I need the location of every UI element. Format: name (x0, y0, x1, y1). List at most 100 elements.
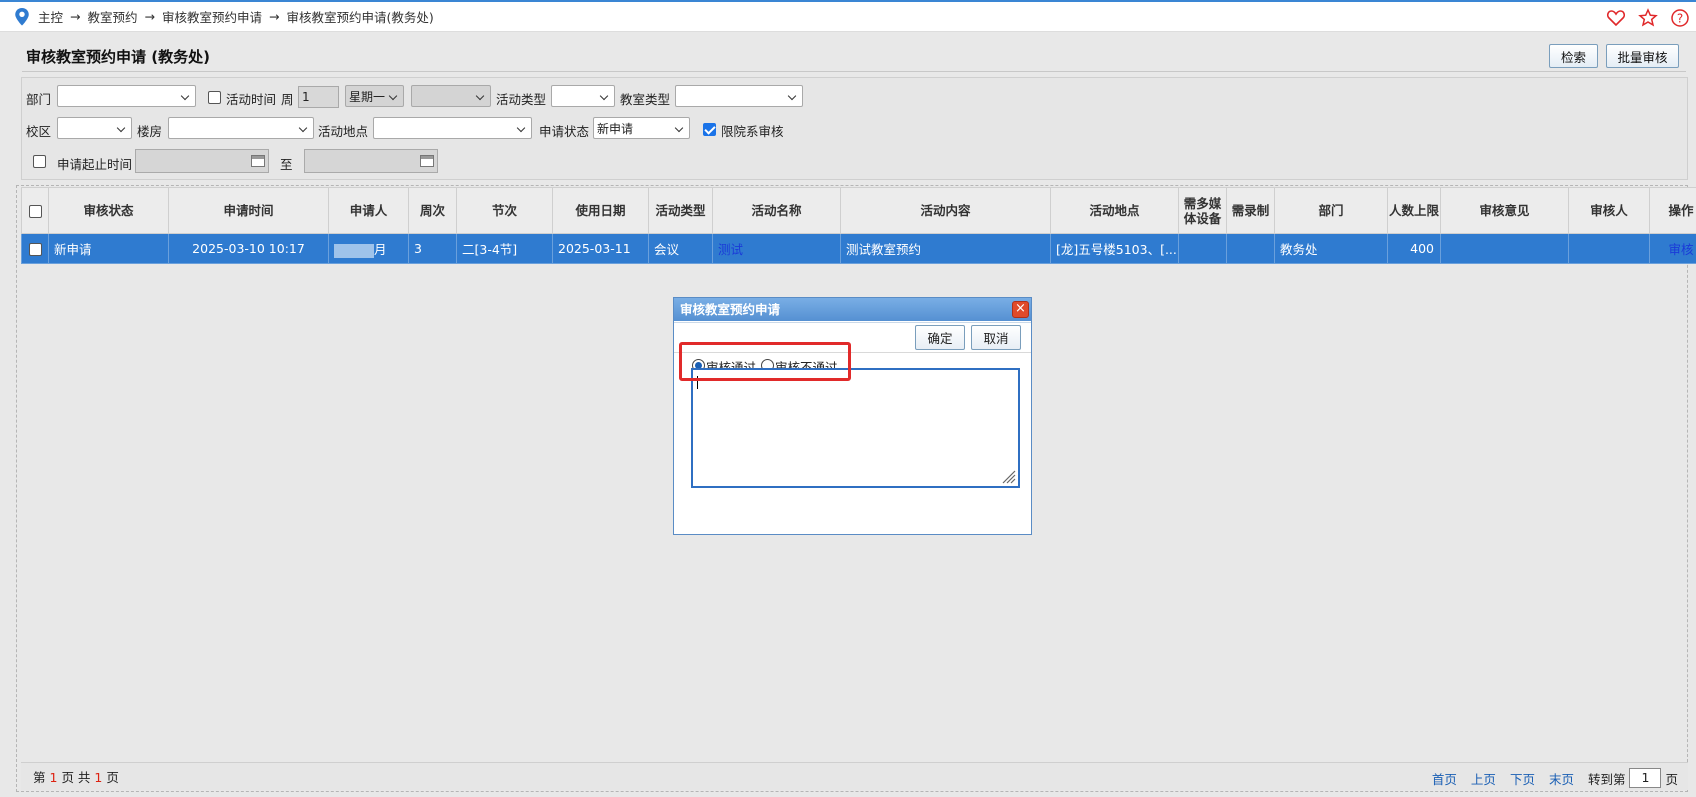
table-row[interactable]: 新申请 2025-03-10 10:17 月 3 二[3-4节] 2025-03… (21, 233, 1696, 264)
cell-multimedia (1178, 233, 1227, 264)
col-action: 操作 (1649, 187, 1696, 234)
activity-time-checkbox[interactable] (208, 91, 221, 104)
cell-week: 3 (408, 233, 457, 264)
cell-reviewer (1568, 233, 1650, 264)
col-reviewer[interactable]: 审核人 (1568, 187, 1650, 234)
col-opinion[interactable]: 审核意见 (1440, 187, 1569, 234)
campus-select[interactable] (57, 117, 132, 139)
cell-activity-content: 测试教室预约 (840, 233, 1051, 264)
location-label: 活动地点 (318, 124, 369, 139)
week-input[interactable]: 1 (298, 86, 339, 108)
apply-range-checkbox[interactable] (33, 155, 46, 168)
breadcrumb-current: 审核教室预约申请(教务处) (286, 10, 434, 25)
cell-activity-name: 测试 (712, 233, 841, 264)
row-checkbox[interactable] (28, 242, 42, 256)
breadcrumb-home[interactable]: 主控 (38, 7, 63, 26)
help-icon[interactable]: ? (1670, 8, 1690, 28)
cell-action: 审核 (1649, 233, 1696, 264)
page-info: 第 1 页 共 1 页 (33, 767, 119, 786)
col-week[interactable]: 周次 (408, 187, 457, 234)
confirm-button[interactable]: 确定 (915, 325, 965, 350)
first-page-link[interactable]: 首页 (1432, 769, 1457, 788)
cell-apply-time: 2025-03-10 10:17 (168, 233, 329, 264)
col-capacity[interactable]: 人数上限 (1387, 187, 1441, 234)
goto-page-input[interactable]: 1 (1629, 768, 1662, 788)
cell-period: 二[3-4节] (456, 233, 553, 264)
col-multimedia[interactable]: 需多媒体设备 (1178, 187, 1227, 234)
page-mid: 页 共 (61, 770, 91, 785)
breadcrumb-review[interactable]: 审核教室预约申请 (162, 7, 262, 26)
location-pin-icon (15, 7, 29, 26)
goto-label: 转到第 (1587, 771, 1626, 787)
top-bar: 主控 → 教室预约 → 审核教室预约申请 → 审核教室预约申请(教务处) ? (0, 0, 1696, 32)
col-location[interactable]: 活动地点 (1050, 187, 1179, 234)
col-period[interactable]: 节次 (456, 187, 553, 234)
col-dept[interactable]: 部门 (1274, 187, 1388, 234)
dialog-title: 审核教室预约申请 (674, 298, 1031, 321)
col-apply-time[interactable]: 申请时间 (168, 187, 329, 234)
breadcrumb-arrow: → (269, 9, 280, 24)
col-use-date[interactable]: 使用日期 (552, 187, 649, 234)
room-type-select[interactable] (675, 85, 803, 107)
review-dialog: 审核教室预约申请 × 确定 取消 审核通过 审核不通过 (673, 297, 1032, 535)
weekday-select[interactable]: 星期一 (345, 85, 404, 107)
activity-type-select[interactable] (551, 85, 615, 107)
breadcrumb: 主控 → 教室预约 → 审核教室预约申请 → 审核教室预约申请(教务处) (14, 7, 434, 26)
cell-capacity: 400 (1387, 233, 1441, 264)
calendar-icon[interactable] (420, 155, 434, 167)
breadcrumb-classroom[interactable]: 教室预约 (88, 7, 138, 26)
apply-start-date[interactable] (135, 149, 269, 173)
last-page-link[interactable]: 末页 (1549, 769, 1574, 788)
star-icon[interactable] (1638, 8, 1658, 28)
cell-applicant: 月 (328, 233, 409, 264)
review-link[interactable]: 审核 (1668, 242, 1693, 257)
campus-label: 校区 (26, 124, 52, 139)
page-suffix: 页 (106, 770, 119, 785)
col-record[interactable]: 需录制 (1226, 187, 1275, 234)
total-pages: 1 (94, 770, 103, 785)
cell-opinion (1440, 233, 1569, 264)
breadcrumb-arrow: → (70, 9, 81, 24)
activity-name-link[interactable]: 测试 (718, 242, 743, 257)
period-select[interactable] (411, 85, 491, 107)
col-activity-content[interactable]: 活动内容 (840, 187, 1051, 234)
remark-textarea[interactable] (691, 368, 1020, 488)
next-page-link[interactable]: 下页 (1510, 769, 1535, 788)
to-label: 至 (280, 157, 293, 172)
page-title: 审核教室预约申请 (教务处) (26, 48, 210, 66)
col-activity-name[interactable]: 活动名称 (712, 187, 841, 234)
col-applicant[interactable]: 申请人 (328, 187, 409, 234)
status-label: 申请状态 (539, 124, 590, 139)
select-all-cell[interactable] (21, 187, 49, 234)
close-icon[interactable]: × (1012, 301, 1029, 318)
applicant-suffix: 月 (374, 242, 387, 257)
prev-page-link[interactable]: 上页 (1471, 769, 1496, 788)
applications-table: 审核状态 申请时间 申请人 周次 节次 使用日期 活动类型 活动名称 活动内容 … (21, 187, 1696, 264)
cell-use-date: 2025-03-11 (552, 233, 649, 264)
pager-bar: 第 1 页 共 1 页 首页 上页 下页 末页 转到第 1 页 (21, 762, 1688, 790)
select-all-checkbox[interactable] (28, 204, 42, 218)
goto-suffix: 页 (1665, 771, 1678, 787)
calendar-icon[interactable] (251, 155, 265, 167)
current-page: 1 (49, 770, 58, 785)
apply-end-date[interactable] (304, 149, 438, 173)
location-select[interactable] (373, 117, 532, 139)
redacted-name (334, 243, 374, 258)
col-activity-type[interactable]: 活动类型 (648, 187, 713, 234)
resize-grip-icon[interactable] (1002, 470, 1016, 484)
batch-review-button[interactable]: 批量审核 (1606, 44, 1679, 68)
building-label: 楼房 (137, 124, 163, 139)
status-select[interactable]: 新申请 (593, 117, 690, 139)
search-button[interactable]: 检索 (1549, 44, 1598, 68)
dept-select[interactable] (57, 85, 196, 107)
svg-text:?: ? (1677, 12, 1683, 26)
building-select[interactable] (168, 117, 314, 139)
row-select-cell[interactable] (21, 233, 49, 264)
cancel-button[interactable]: 取消 (971, 325, 1021, 350)
title-divider (22, 71, 1686, 72)
table-header-row: 审核状态 申请时间 申请人 周次 节次 使用日期 活动类型 活动名称 活动内容 … (21, 187, 1696, 234)
heart-icon[interactable] (1606, 8, 1626, 28)
cell-dept: 教务处 (1274, 233, 1388, 264)
col-status[interactable]: 审核状态 (48, 187, 169, 234)
limit-dept-checkbox[interactable] (703, 123, 716, 136)
